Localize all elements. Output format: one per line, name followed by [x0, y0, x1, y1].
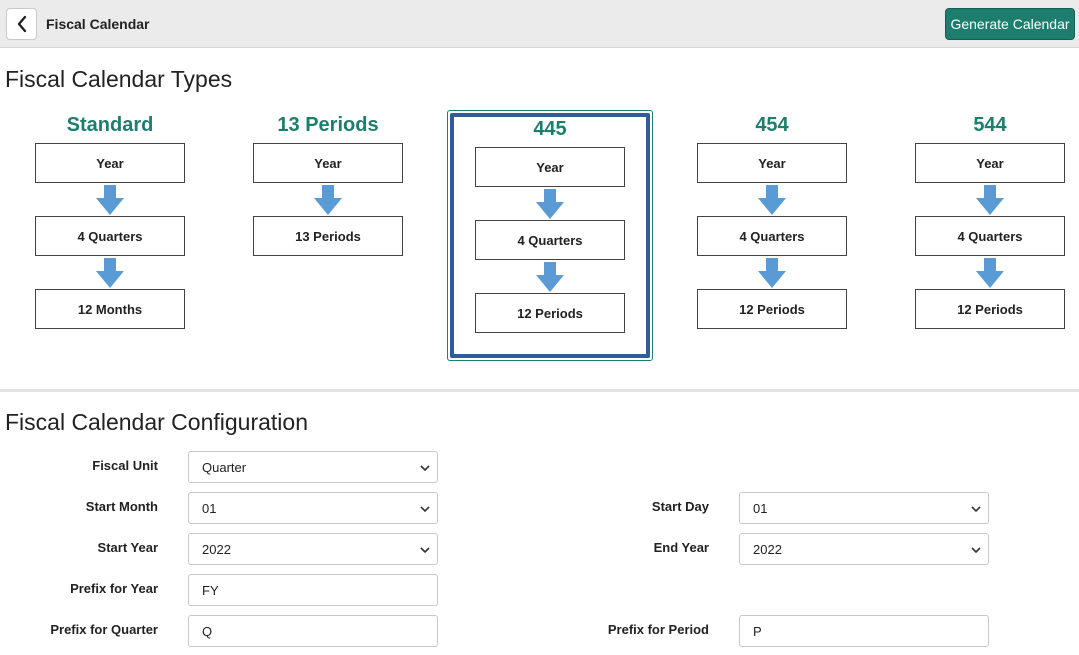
top-bar: Fiscal Calendar Generate Calendar [0, 0, 1079, 48]
chevron-down-icon [971, 506, 981, 513]
chevron-down-icon [420, 506, 430, 513]
start-day-label: Start Day [651, 499, 709, 514]
arrow-down-icon [314, 185, 342, 215]
chevron-down-icon [420, 547, 430, 554]
end-year-value: 2022 [753, 541, 782, 557]
level-box: 4 Quarters [915, 216, 1065, 256]
prefix-year-label: Prefix for Year [70, 581, 158, 596]
level-box: Year [915, 143, 1065, 183]
fiscal-unit-value: Quarter [202, 459, 247, 475]
arrow-down-icon [536, 189, 564, 219]
calendar-type-name: 13 Periods [277, 114, 379, 136]
prefix-year-value: FY [202, 582, 219, 598]
chevron-down-icon [971, 547, 981, 554]
back-button[interactable] [6, 8, 37, 40]
start-month-select[interactable]: 01 [188, 492, 438, 524]
start-day-select[interactable]: 01 [739, 492, 989, 524]
start-year-value: 2022 [202, 541, 231, 557]
level-box: 4 Quarters [475, 220, 625, 260]
level-box: 4 Quarters [35, 216, 185, 256]
page-title: Fiscal Calendar [46, 16, 150, 32]
level-box: Year [253, 143, 403, 183]
arrow-down-icon [536, 262, 564, 292]
calendar-type-544[interactable]: 544 Year 4 Quarters 12 Periods [915, 113, 1065, 329]
calendar-type-name: Standard [66, 114, 154, 136]
level-box: 13 Periods [253, 216, 403, 256]
start-year-label: Start Year [97, 540, 158, 555]
calendar-type-name: 544 [973, 114, 1007, 136]
start-month-label: Start Month [85, 499, 158, 514]
level-box: 12 Months [35, 289, 185, 329]
prefix-quarter-input[interactable]: Q [188, 615, 438, 647]
calendar-type-name: 454 [755, 114, 789, 136]
start-month-value: 01 [202, 500, 217, 516]
level-box: Year [697, 143, 847, 183]
end-year-select[interactable]: 2022 [739, 533, 989, 565]
calendar-type-name: 445 [533, 118, 567, 140]
level-box: Year [35, 143, 185, 183]
prefix-period-input[interactable]: P [739, 615, 989, 647]
start-day-value: 01 [753, 500, 768, 516]
arrow-down-icon [96, 185, 124, 215]
level-box: 12 Periods [697, 289, 847, 329]
calendar-type-454[interactable]: 454 Year 4 Quarters 12 Periods [697, 113, 847, 329]
types-section-title: Fiscal Calendar Types [5, 66, 233, 92]
calendar-type-445[interactable]: 445 Year 4 Quarters 12 Periods [475, 117, 625, 333]
chevron-left-icon [17, 15, 26, 33]
level-box: 12 Periods [915, 289, 1065, 329]
calendar-type-standard[interactable]: Standard Year 4 Quarters 12 Months [35, 113, 185, 329]
arrow-down-icon [758, 185, 786, 215]
start-year-select[interactable]: 2022 [188, 533, 438, 565]
level-box: 12 Periods [475, 293, 625, 333]
arrow-down-icon [758, 258, 786, 288]
prefix-year-input[interactable]: FY [188, 574, 438, 606]
prefix-quarter-value: Q [202, 623, 213, 639]
fiscal-unit-select[interactable]: Quarter [188, 451, 438, 483]
arrow-down-icon [976, 258, 1004, 288]
generate-calendar-button[interactable]: Generate Calendar [945, 8, 1075, 40]
chevron-down-icon [420, 465, 430, 472]
section-divider [0, 389, 1079, 392]
calendar-type-13-periods[interactable]: 13 Periods Year 13 Periods [253, 113, 403, 256]
config-section-title: Fiscal Calendar Configuration [5, 409, 308, 435]
prefix-period-value: P [753, 623, 762, 639]
end-year-label: End Year [653, 540, 709, 555]
arrow-down-icon [96, 258, 124, 288]
level-box: Year [475, 147, 625, 187]
prefix-period-label: Prefix for Period [607, 622, 709, 637]
arrow-down-icon [976, 185, 1004, 215]
fiscal-unit-label: Fiscal Unit [92, 458, 158, 473]
level-box: 4 Quarters [697, 216, 847, 256]
prefix-quarter-label: Prefix for Quarter [50, 622, 158, 637]
